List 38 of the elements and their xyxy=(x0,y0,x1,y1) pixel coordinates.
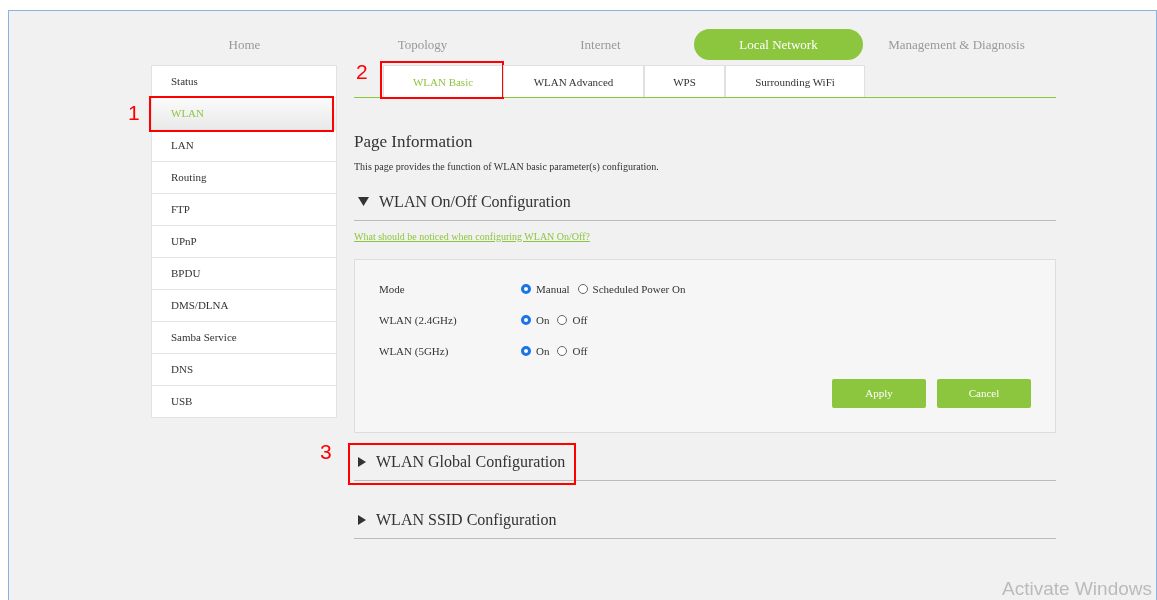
caret-down-icon[interactable] xyxy=(358,197,369,206)
option-label: Manual xyxy=(536,283,570,295)
sidebar-item[interactable]: DMS/DLNA xyxy=(152,290,336,322)
annotation-number: 1 xyxy=(128,102,140,123)
sidebar-item[interactable]: UPnP xyxy=(152,226,336,258)
option-label: Off xyxy=(572,314,588,326)
sidebar-item[interactable]: BPDU xyxy=(152,258,336,290)
radio-button[interactable] xyxy=(577,284,588,294)
sidebar-item[interactable]: Samba Service xyxy=(152,322,336,354)
section-title[interactable]: WLAN Global Configuration xyxy=(376,452,566,471)
field-label: WLAN (5GHz) xyxy=(379,345,450,357)
field-label: WLAN (2.4GHz) xyxy=(379,314,458,326)
sidebar-item[interactable]: DNS xyxy=(152,354,336,386)
radio-button[interactable] xyxy=(521,346,531,356)
annotation-number: 2 xyxy=(356,61,368,82)
tab[interactable]: WPS xyxy=(644,65,725,97)
tab[interactable]: WLAN Advanced xyxy=(503,65,644,97)
section-title[interactable]: WLAN SSID Configuration xyxy=(376,510,557,529)
radio-button[interactable] xyxy=(557,346,568,356)
option-label: Off xyxy=(572,345,588,357)
page-title: Page Information xyxy=(354,132,474,152)
radio-button[interactable] xyxy=(521,315,531,325)
sidebar-item[interactable]: Routing xyxy=(152,162,336,194)
radio-button[interactable] xyxy=(521,284,531,294)
option-label: On xyxy=(536,314,550,326)
tab[interactable]: Surrounding WiFi xyxy=(725,65,865,97)
sidebar-item[interactable]: LAN xyxy=(152,130,336,162)
section-title[interactable]: WLAN On/Off Configuration xyxy=(379,192,571,211)
annotation-number: 3 xyxy=(320,440,332,462)
sidebar-item[interactable]: FTP xyxy=(152,194,336,226)
page-description: This page provides the function of WLAN basic parameter(s) configuration. xyxy=(354,161,660,172)
field-label: Mode xyxy=(379,283,406,295)
sidebar-item[interactable]: USB xyxy=(152,386,336,417)
radio-button[interactable] xyxy=(557,315,568,325)
caret-right-icon[interactable] xyxy=(358,514,366,525)
option-label: On xyxy=(536,345,550,357)
option-label: Scheduled Power On xyxy=(592,283,686,295)
caret-right-icon[interactable] xyxy=(358,456,366,467)
